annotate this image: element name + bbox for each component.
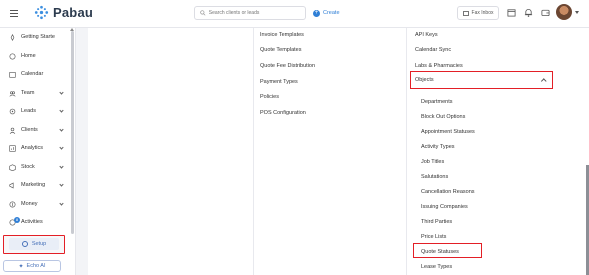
- money-icon: [9, 201, 16, 207]
- search-box[interactable]: [194, 6, 306, 20]
- chevron-down-icon: [59, 127, 64, 132]
- bell-icon[interactable]: [524, 8, 533, 17]
- chevron-down-icon: [59, 164, 64, 169]
- marketing-icon: [9, 182, 14, 188]
- create-button[interactable]: + Create: [313, 6, 340, 20]
- setup-link-quote-templates[interactable]: Quote Templates: [260, 47, 301, 53]
- setup-link-pos-configuration[interactable]: POS Configuration: [260, 110, 306, 116]
- sidebar-item-label: Analytics: [21, 145, 44, 151]
- sidebar-item-calendar[interactable]: Calendar: [0, 67, 70, 81]
- fax-inbox-label: Fax Inbox: [471, 10, 494, 16]
- brand-logo[interactable]: Pabau: [34, 5, 93, 20]
- objects-link-lease-types[interactable]: Lease Types: [421, 264, 452, 270]
- chevron-down-icon: [59, 90, 64, 95]
- chevron-down-icon: [59, 182, 64, 187]
- objects-link-quote-statuses[interactable]: Quote Statuses: [421, 249, 459, 255]
- sidebar-item-team[interactable]: Team: [0, 86, 70, 100]
- gear-icon: [21, 241, 28, 247]
- objects-label: Objects: [415, 77, 434, 83]
- sidebar-item-label: Stock: [21, 164, 35, 170]
- objects-link-cancellation-reasons[interactable]: Cancellation Reasons: [421, 189, 475, 195]
- activities-count-badge: 8: [14, 217, 20, 223]
- objects-link-third-parties[interactable]: Third Parties: [421, 219, 452, 225]
- setup-link-policies[interactable]: Policies: [260, 94, 279, 100]
- sparkle-icon: ✦: [18, 263, 24, 270]
- brand-name: Pabau: [53, 5, 94, 20]
- clients-icon: [9, 127, 16, 134]
- sidebar-item-label: Activities: [21, 219, 43, 225]
- chevron-down-icon[interactable]: [575, 11, 579, 14]
- sidebar-item-activities[interactable]: 8 Activities: [0, 215, 70, 229]
- setup-link-invoice-templates[interactable]: Invoice Templates: [260, 32, 304, 38]
- setup-link-calendar-sync[interactable]: Calendar Sync: [415, 47, 451, 53]
- sidebar-item-label: Calendar: [21, 71, 44, 77]
- search-icon: [200, 10, 206, 16]
- sidebar-item-label: Home: [21, 53, 36, 59]
- objects-link-activity-types[interactable]: Activity Types: [421, 144, 455, 150]
- rocket-icon: [10, 33, 15, 41]
- leads-icon: [9, 108, 16, 114]
- objects-link-departments[interactable]: Departments: [421, 99, 453, 105]
- sidebar-item-marketing[interactable]: Marketing: [0, 178, 70, 192]
- objects-link-job-titles[interactable]: Job Titles: [421, 159, 444, 165]
- setup-link-quote-fee-distribution[interactable]: Quote Fee Distribution: [260, 63, 315, 69]
- wallet-icon[interactable]: [541, 8, 550, 17]
- chevron-down-icon: [59, 108, 64, 113]
- analytics-icon: [9, 144, 16, 152]
- setup-link-api-keys[interactable]: API Keys: [415, 32, 438, 38]
- team-icon: [9, 90, 16, 97]
- sidebar-item-leads[interactable]: Leads: [0, 104, 70, 118]
- sidebar-item-home[interactable]: Home: [0, 49, 70, 63]
- user-avatar[interactable]: [556, 4, 572, 20]
- stock-icon: [9, 163, 16, 171]
- objects-link-block-out-options[interactable]: Block Out Options: [421, 114, 465, 120]
- sidebar-item-clients[interactable]: Clients: [0, 123, 70, 137]
- sidebar-item-label: Getting Starte: [21, 34, 55, 40]
- objects-link-appointment-statuses[interactable]: Appointment Statuses: [421, 129, 475, 135]
- setup-label: Setup: [31, 241, 47, 247]
- calendar-icon: [9, 71, 16, 78]
- fax-inbox-button[interactable]: Fax Inbox: [457, 6, 499, 20]
- home-icon: [9, 53, 16, 59]
- hamburger-menu-icon[interactable]: [10, 10, 18, 17]
- setup-content-panel: [88, 28, 589, 275]
- objects-link-price-lists[interactable]: Price Lists: [421, 234, 446, 240]
- calendar-icon[interactable]: [507, 8, 516, 17]
- setup-link-labs-pharmacies[interactable]: Labs & Pharmacies: [415, 63, 463, 69]
- column-divider: [253, 28, 254, 275]
- fax-icon: [462, 10, 469, 16]
- chevron-down-icon: [59, 145, 64, 150]
- objects-link-issuing-companies[interactable]: Issuing Companies: [421, 204, 468, 210]
- chevron-down-icon: [59, 201, 64, 206]
- sidebar-item-analytics[interactable]: Analytics: [0, 141, 70, 155]
- sidebar-item-label: Team: [21, 90, 35, 96]
- sidebar-scrollbar[interactable]: [71, 31, 74, 234]
- sidebar-item-setup[interactable]: Setup: [9, 238, 59, 250]
- objects-link-salutations[interactable]: Salutations: [421, 174, 448, 180]
- sidebar-item-money[interactable]: Money: [0, 197, 70, 211]
- create-label: Create: [323, 10, 340, 16]
- sidebar-item-label: Leads: [21, 108, 36, 114]
- echo-ai-button[interactable]: ✦ Echo AI: [3, 260, 61, 272]
- echo-ai-label: Echo AI: [26, 263, 46, 269]
- sidebar-item-label: Clients: [21, 127, 38, 133]
- sidebar-item-stock[interactable]: Stock: [0, 160, 70, 174]
- setup-link-payment-types[interactable]: Payment Types: [260, 79, 298, 85]
- plus-icon: +: [313, 9, 320, 17]
- sidebar-item-label: Marketing: [21, 182, 46, 188]
- search-input[interactable]: [208, 10, 305, 16]
- pabau-logo-icon: [34, 5, 49, 20]
- sidebar-item-getting-started[interactable]: Getting Starte: [0, 30, 70, 44]
- sidebar-item-label: Money: [21, 201, 38, 207]
- column-divider: [406, 28, 407, 275]
